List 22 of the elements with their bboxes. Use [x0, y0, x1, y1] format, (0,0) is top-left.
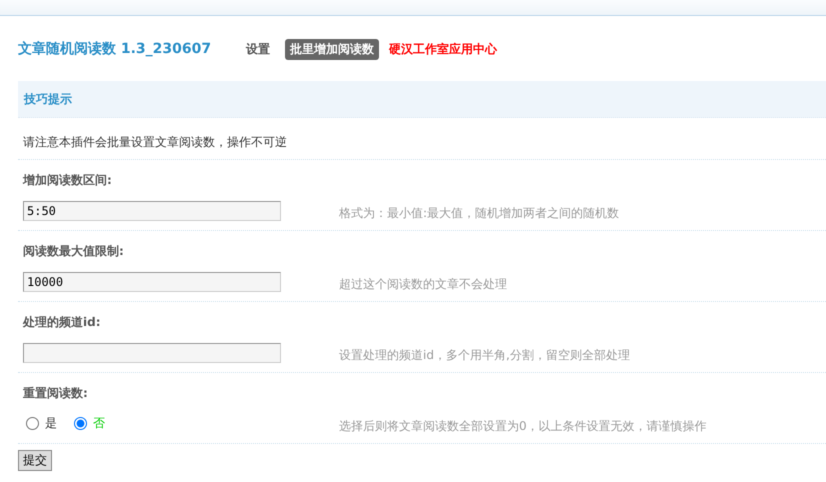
notice-text: 请注意本插件会批量设置文章阅读数，操作不可逆 — [18, 118, 826, 160]
nav-tab[interactable]: 设置 — [241, 38, 276, 60]
tips-title: 技巧提示 — [24, 90, 72, 108]
input-field[interactable]: 5:50 — [23, 200, 281, 220]
plugin-title: 文章随机阅读数 1.3_230607 — [18, 40, 212, 58]
field-label: 重置阅读数: — [22, 385, 89, 402]
app-center-link[interactable]: 硬汉工作室应用中心 — [389, 40, 498, 58]
nav-tab[interactable]: 批里增加阅读数 — [285, 38, 380, 60]
field-hint: 设置处理的频道id，多个用半角,分割，留空则全部处理 — [339, 347, 630, 364]
submit-button[interactable]: 提交 — [18, 450, 52, 471]
field-label: 阅读数最大值限制: — [22, 243, 125, 260]
radio-button[interactable] — [26, 417, 39, 430]
field-hint: 格式为：最小值:最大值，随机增加两者之间的随机数 — [339, 205, 620, 222]
radio-label: 是 — [45, 415, 57, 432]
field-label: 增加阅读数区间: — [22, 172, 113, 189]
field-label: 处理的频道id: — [22, 314, 102, 331]
field-hint: 选择后则将文章阅读数全部设置为0，以上条件设置无效，请谨慎操作 — [339, 418, 707, 435]
radio-button[interactable] — [74, 417, 87, 430]
input-field[interactable] — [23, 342, 281, 362]
radio-label: 否 — [93, 415, 105, 432]
field-hint: 超过这个阅读数的文章不会处理 — [339, 276, 507, 293]
input-field[interactable]: 10000 — [23, 272, 281, 292]
